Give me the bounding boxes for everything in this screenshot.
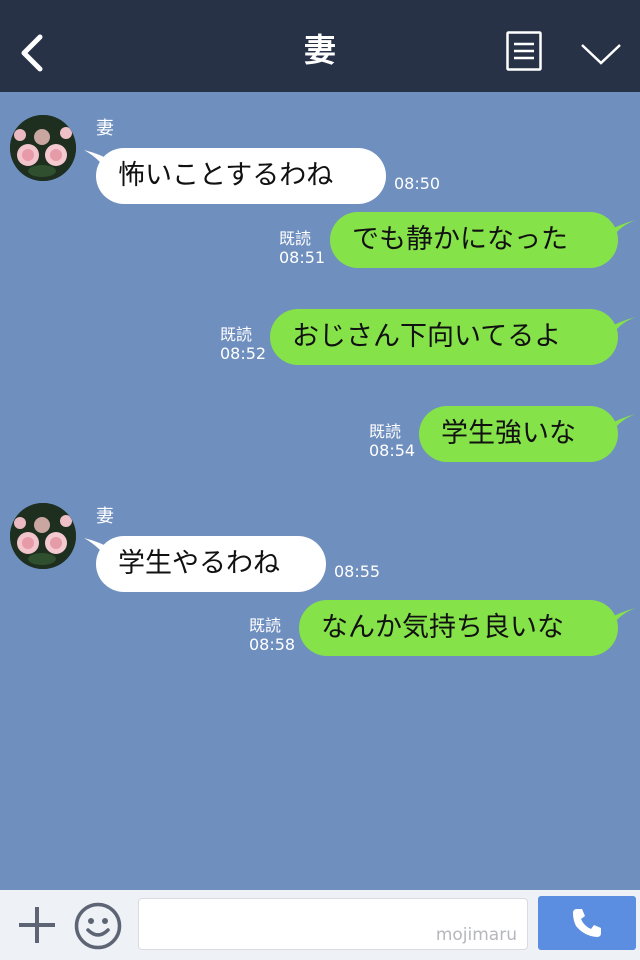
chat-title: 妻 xyxy=(303,31,336,69)
message-time: 08:51 xyxy=(279,248,326,267)
plus-icon[interactable] xyxy=(16,904,58,950)
menu-icon[interactable] xyxy=(506,31,542,75)
message-time: 08:58 xyxy=(249,635,296,654)
emoji-icon[interactable] xyxy=(74,902,122,954)
message-time: 08:54 xyxy=(369,441,416,460)
read-status: 既読 xyxy=(220,325,253,344)
avatar[interactable] xyxy=(10,115,76,181)
message-bubble-outgoing[interactable]: 学生強いな xyxy=(419,406,618,462)
phone-icon xyxy=(570,906,604,944)
read-status: 既読 xyxy=(369,422,402,441)
chat-header: 妻 xyxy=(0,0,640,92)
message-list[interactable]: 妻 怖いことするわね 08:50 既読 08:51 でも静かになった 既読 08… xyxy=(0,92,640,890)
message-time: 08:55 xyxy=(334,562,381,581)
watermark: mojimaru xyxy=(435,925,517,945)
message-bubble-outgoing[interactable]: おじさん下向いてるよ xyxy=(270,309,618,365)
message-bubble-outgoing[interactable]: でも静かになった xyxy=(330,212,618,268)
read-status: 既読 xyxy=(279,229,312,248)
message-bubble-outgoing[interactable]: なんか気持ち良いな xyxy=(299,600,618,656)
sender-name: 妻 xyxy=(96,118,114,139)
message-time: 08:50 xyxy=(394,174,441,193)
read-status: 既読 xyxy=(249,616,282,635)
message-bubble-incoming[interactable]: 怖いことするわね xyxy=(96,148,386,204)
read-receipt: 既読 08:58 xyxy=(249,616,295,654)
sender-name: 妻 xyxy=(96,506,114,527)
message-input[interactable]: mojimaru xyxy=(138,898,528,950)
call-button[interactable] xyxy=(538,896,636,950)
input-bar: mojimaru xyxy=(0,890,640,960)
read-receipt: 既読 08:54 xyxy=(369,422,415,460)
avatar[interactable] xyxy=(10,503,76,569)
message-bubble-incoming[interactable]: 学生やるわね xyxy=(96,536,326,592)
read-receipt: 既読 08:52 xyxy=(220,325,266,363)
chevron-down-icon[interactable] xyxy=(580,42,622,70)
read-receipt: 既読 08:51 xyxy=(279,229,325,267)
message-time: 08:52 xyxy=(220,344,267,363)
